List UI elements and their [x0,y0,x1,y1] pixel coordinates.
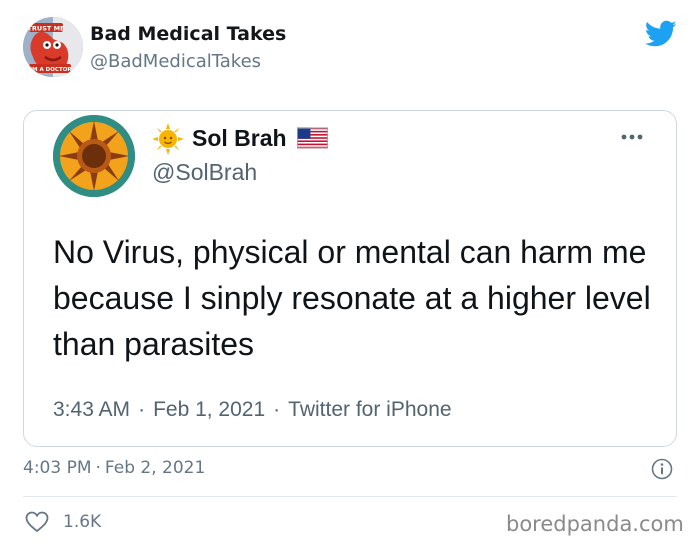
us-flag-icon [297,127,328,149]
quoted-tweet-meta: 3:43 AM · Feb 1, 2021 · Twitter for iPhone [53,398,452,422]
outer-tweet-date[interactable]: Feb 2, 2021 [105,458,205,478]
sun-avatar-image [53,115,135,197]
info-icon[interactable] [651,458,673,480]
quoted-tweet-time[interactable]: 3:43 AM [53,398,130,421]
heart-icon[interactable] [25,511,49,533]
outer-tweet-time[interactable]: 4:03 PM [23,458,92,478]
quoted-author-handle[interactable]: @SolBrah [152,159,257,186]
meta-separator: · [273,398,281,421]
like-count[interactable]: 1.6K [63,512,101,532]
quoted-tweet-source[interactable]: Twitter for iPhone [288,398,451,421]
quoted-tweet-card[interactable]: Sol Brah @SolBrah No Virus, physical or … [23,110,677,447]
outer-author-handle[interactable]: @BadMedicalTakes [90,51,261,72]
twitter-bird-icon [645,20,677,47]
outer-tweet-meta: 4:03 PM · Feb 2, 2021 [23,458,205,478]
watermark: boredpanda.com [506,512,684,536]
avatar-image: TRUST ME I'M A DOCTOR [23,17,83,77]
sun-emoji-icon [152,123,184,155]
quoted-author-name[interactable]: Sol Brah [192,125,287,152]
outer-author-avatar[interactable]: TRUST ME I'M A DOCTOR [23,17,83,77]
quoted-tweet-date[interactable]: Feb 1, 2021 [153,398,265,421]
meta-separator: · [95,458,101,478]
meta-separator: · [138,398,146,421]
more-options-icon[interactable] [620,133,644,141]
avatar-caption-top: TRUST ME [27,25,64,33]
quoted-author-avatar[interactable] [53,115,135,197]
footer-divider [23,496,677,497]
avatar-caption-bottom: I'M A DOCTOR [28,67,72,73]
quoted-tweet-text: No Virus, physical or mental can harm me… [53,234,651,362]
outer-author-name[interactable]: Bad Medical Takes [90,23,286,45]
